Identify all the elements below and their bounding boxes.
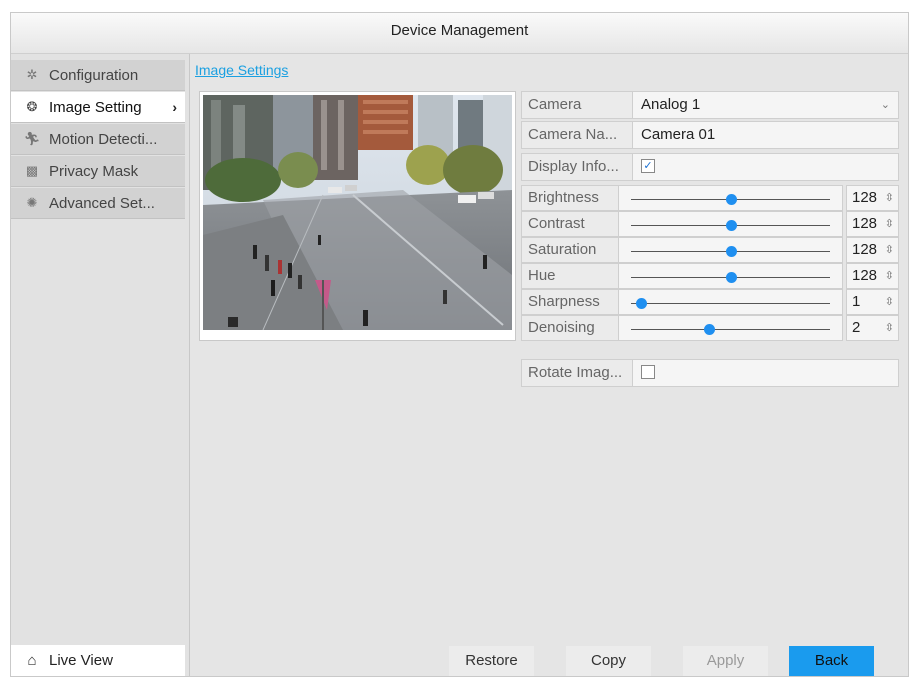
sidebar-item-label: Configuration [49,66,139,84]
spinner-icon[interactable]: ⇳ [885,316,894,340]
display-info-row: Display Info... ✓ [521,153,899,181]
display-info-label: Display Info... [521,153,633,181]
camera-preview [199,91,516,341]
sharpness-slider-track [631,303,830,304]
camera-preview-image [203,95,512,330]
running-person-icon: 🏃︎ [23,131,41,146]
hue-value: 128 [852,267,878,284]
window-title: Device Management [11,13,908,54]
sidebar-item-label: Privacy Mask [49,162,139,180]
saturation-label: Saturation [521,237,619,263]
camera-select-value: Analog 1 [641,96,701,113]
contrast-value-field[interactable]: 128 ⇳ [846,211,899,237]
restore-button[interactable]: Restore [449,646,534,676]
sidebar-item-advanced-settings[interactable]: ✺ Advanced Set... [11,188,185,219]
camera-label: Camera [521,91,633,119]
saturation-row: Saturation 128 ⇳ [521,237,899,263]
sharpness-row: Sharpness 1 ⇳ [521,289,899,315]
brightness-label: Brightness [521,185,619,211]
contrast-slider-knob[interactable] [725,220,737,231]
home-icon: ⌂ [27,652,37,669]
camera-select[interactable]: Analog 1 ⌄ [633,91,899,119]
rotate-image-cell [633,359,899,387]
display-info-cell: ✓ [633,153,899,181]
brightness-row: Brightness 128 ⇳ [521,185,899,211]
chevron-down-icon: ⌄ [880,99,890,111]
denoising-value-field[interactable]: 2 ⇳ [846,315,899,341]
camera-name-row: Camera Na... Camera 01 [521,121,899,149]
denoising-slider-knob[interactable] [703,324,715,335]
sidebar-item-label: Motion Detecti... [49,130,158,148]
sidebar-item-label: Advanced Set... [49,194,155,212]
denoising-slider[interactable] [619,315,843,341]
sidebar: ✲ Configuration ❂ Image Setting › 🏃︎ Mot… [11,54,190,676]
contrast-slider[interactable] [619,211,843,237]
saturation-slider[interactable] [619,237,843,263]
sidebar-item-image-setting[interactable]: ❂ Image Setting › [11,92,185,123]
contrast-row: Contrast 128 ⇳ [521,211,899,237]
camera-name-label: Camera Na... [521,121,633,149]
sidebar-item-motion-detection[interactable]: 🏃︎ Motion Detecti... [11,124,185,155]
chevron-right-icon: › [172,99,177,115]
live-view-label: Live View [49,652,113,669]
mask-icon: ▩ [25,163,39,178]
back-button[interactable]: Back [789,646,874,676]
denoising-label: Denoising [521,315,619,341]
denoising-value: 2 [852,319,861,336]
brightness-slider[interactable] [619,185,843,211]
copy-button[interactable]: Copy [566,646,651,676]
saturation-value-field[interactable]: 128 ⇳ [846,237,899,263]
brightness-value-field[interactable]: 128 ⇳ [846,185,899,211]
brightness-value: 128 [852,189,878,206]
sharpness-slider-knob[interactable] [635,298,647,309]
sidebar-item-configuration[interactable]: ✲ Configuration [11,60,185,91]
denoising-slider-track [631,329,830,330]
gear-icon: ✲ [26,67,38,82]
sharpness-value-field[interactable]: 1 ⇳ [846,289,899,315]
display-info-checkbox[interactable]: ✓ [641,159,655,174]
rotate-image-label: Rotate Imag... [521,359,633,387]
sidebar-item-label: Image Setting [49,98,142,116]
contrast-value: 128 [852,215,878,232]
hue-slider-knob[interactable] [725,272,737,283]
rotate-image-row: Rotate Imag... [521,359,899,387]
camera-row: Camera Analog 1 ⌄ [521,91,899,119]
hue-row: Hue 128 ⇳ [521,263,899,289]
advanced-gear-icon: ✺ [26,195,38,210]
hue-value-field[interactable]: 128 ⇳ [846,263,899,289]
live-view-button[interactable]: ⌂ Live View [11,645,185,676]
spinner-icon[interactable]: ⇳ [885,238,894,262]
camera-name-field[interactable]: Camera 01 [633,121,899,149]
spinner-icon[interactable]: ⇳ [885,290,894,314]
rotate-image-checkbox[interactable] [641,365,655,380]
spinner-icon[interactable]: ⇳ [885,186,894,210]
hue-label: Hue [521,263,619,289]
palette-icon: ❂ [26,99,38,114]
saturation-value: 128 [852,241,878,258]
saturation-slider-knob[interactable] [725,246,737,257]
device-management-window: Device Management ✲ Configuration ❂ Imag… [10,12,909,677]
sharpness-slider[interactable] [619,289,843,315]
apply-button[interactable]: Apply [683,646,768,676]
sidebar-item-privacy-mask[interactable]: ▩ Privacy Mask [11,156,185,187]
contrast-label: Contrast [521,211,619,237]
sharpness-value: 1 [852,293,861,310]
sharpness-label: Sharpness [521,289,619,315]
spinner-icon[interactable]: ⇳ [885,264,894,288]
brightness-slider-knob[interactable] [725,194,737,205]
hue-slider[interactable] [619,263,843,289]
denoising-row: Denoising 2 ⇳ [521,315,899,341]
spinner-icon[interactable]: ⇳ [885,212,894,236]
breadcrumb[interactable]: Image Settings [195,62,288,78]
